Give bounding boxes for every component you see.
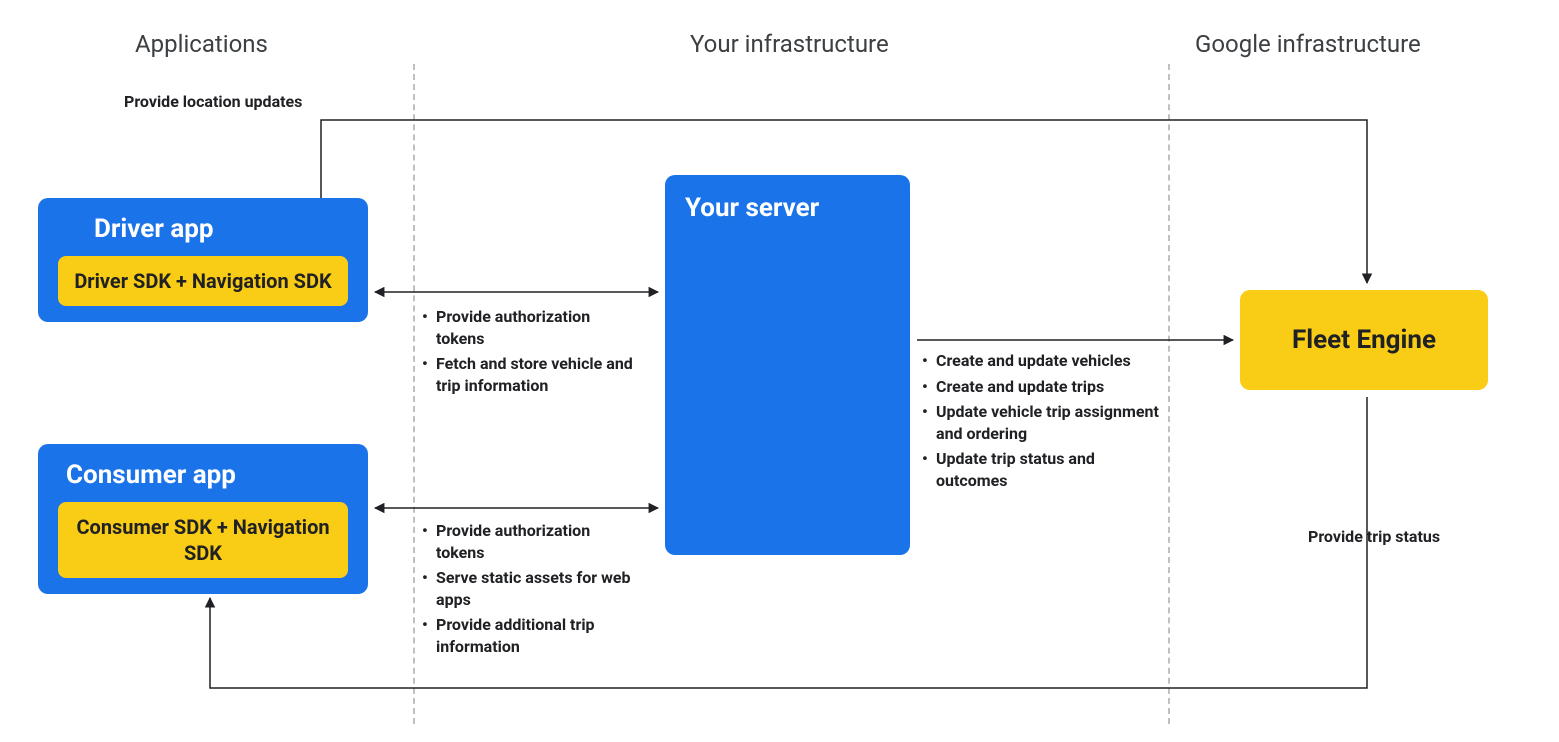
connectors-svg: [0, 0, 1559, 742]
arrow-fleet-to-consumer: [210, 397, 1367, 688]
arrow-driver-to-fleet: [321, 120, 1367, 283]
